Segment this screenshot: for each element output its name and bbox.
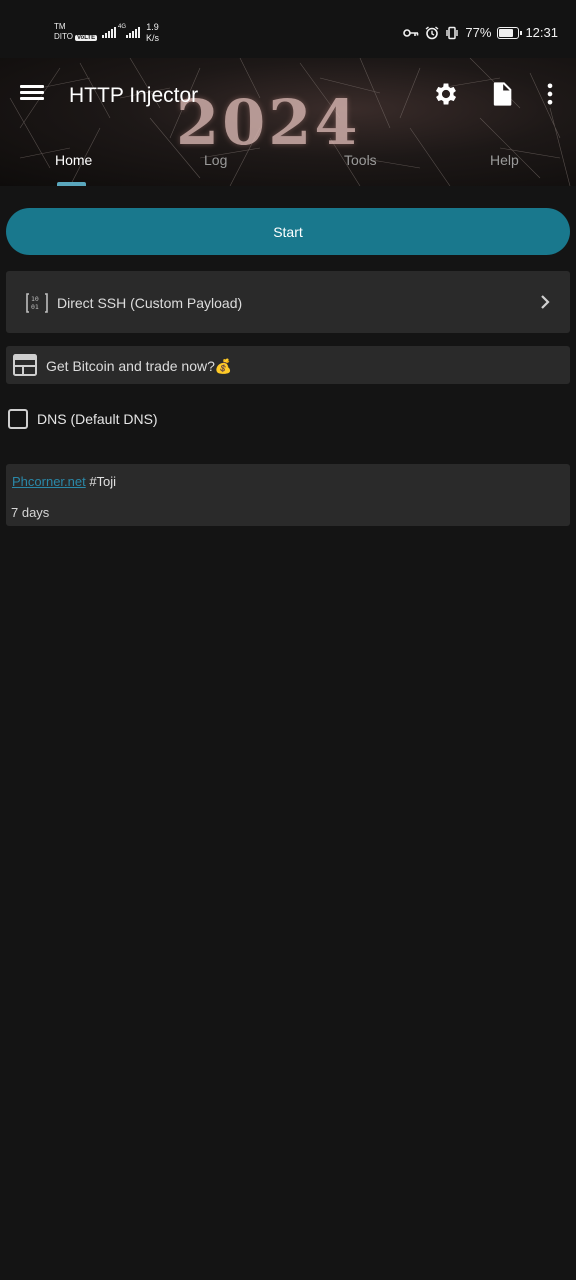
- carrier-info: TM DITO VoLTE: [54, 22, 98, 43]
- status-right: 77% 12:31: [403, 25, 558, 40]
- gear-icon[interactable]: [432, 80, 460, 108]
- web-layout-icon: [13, 354, 37, 376]
- svg-text:10: 10: [31, 295, 39, 303]
- config-note: Phcorner.net #Toji 7 days: [6, 464, 570, 526]
- note-expiry: 7 days: [11, 505, 50, 520]
- battery-fill: [499, 28, 514, 37]
- vibrate-icon: [446, 26, 459, 39]
- promo-banner[interactable]: Get Bitcoin and trade now?💰: [6, 346, 570, 384]
- signal-icon-2: [126, 24, 140, 38]
- carrier-bottom: DITO: [54, 32, 73, 41]
- speed-value: 1.9: [146, 22, 159, 32]
- net-speed: 1.9 K/s: [146, 22, 159, 44]
- speed-unit: K/s: [146, 33, 160, 43]
- alarm-icon: [425, 25, 439, 39]
- key-icon: [403, 28, 419, 37]
- clock: 12:31: [525, 25, 558, 40]
- chevron-right-icon: [541, 295, 550, 309]
- file-icon[interactable]: [488, 80, 516, 108]
- tab-tools[interactable]: Tools: [344, 152, 377, 168]
- note-link[interactable]: Phcorner.net: [12, 474, 86, 489]
- tab-home[interactable]: Home: [55, 152, 92, 168]
- binary-icon: 10 01: [26, 293, 48, 313]
- status-bar: TM DITO VoLTE 4G 1.9 K/s 77% 12:31: [0, 0, 576, 58]
- battery-percent: 77%: [465, 25, 492, 40]
- app-title: HTTP Injector: [69, 84, 199, 107]
- more-vert-icon[interactable]: [536, 80, 564, 108]
- svg-text:01: 01: [31, 303, 39, 311]
- promo-text: Get Bitcoin and trade now?💰: [46, 358, 233, 374]
- tab-bar: Home Log Tools Help: [0, 146, 576, 186]
- dns-label: DNS (Default DNS): [37, 411, 158, 427]
- tab-indicator: [57, 182, 86, 186]
- battery-icon: [497, 26, 523, 39]
- tunnel-mode-selector[interactable]: 10 01 Direct SSH (Custom Payload): [6, 271, 570, 333]
- note-tag: #Toji: [85, 474, 117, 489]
- signal-icon: [102, 24, 116, 38]
- tab-log[interactable]: Log: [204, 152, 227, 168]
- menu-button[interactable]: [20, 82, 44, 106]
- volte-badge: VoLTE: [74, 35, 98, 41]
- app-header: 2024 HTTP Injector Home Log Tools Help: [0, 58, 576, 186]
- start-button[interactable]: Start: [6, 208, 570, 255]
- menu-icon: [20, 85, 44, 88]
- tab-help[interactable]: Help: [490, 152, 519, 168]
- dns-checkbox[interactable]: [8, 409, 28, 429]
- net-type: 4G: [118, 24, 127, 30]
- tunnel-mode-label: Direct SSH (Custom Payload): [57, 295, 243, 311]
- note-line: Phcorner.net #Toji: [12, 474, 116, 489]
- dns-option[interactable]: DNS (Default DNS): [8, 408, 158, 430]
- carrier-top: TM: [54, 22, 66, 31]
